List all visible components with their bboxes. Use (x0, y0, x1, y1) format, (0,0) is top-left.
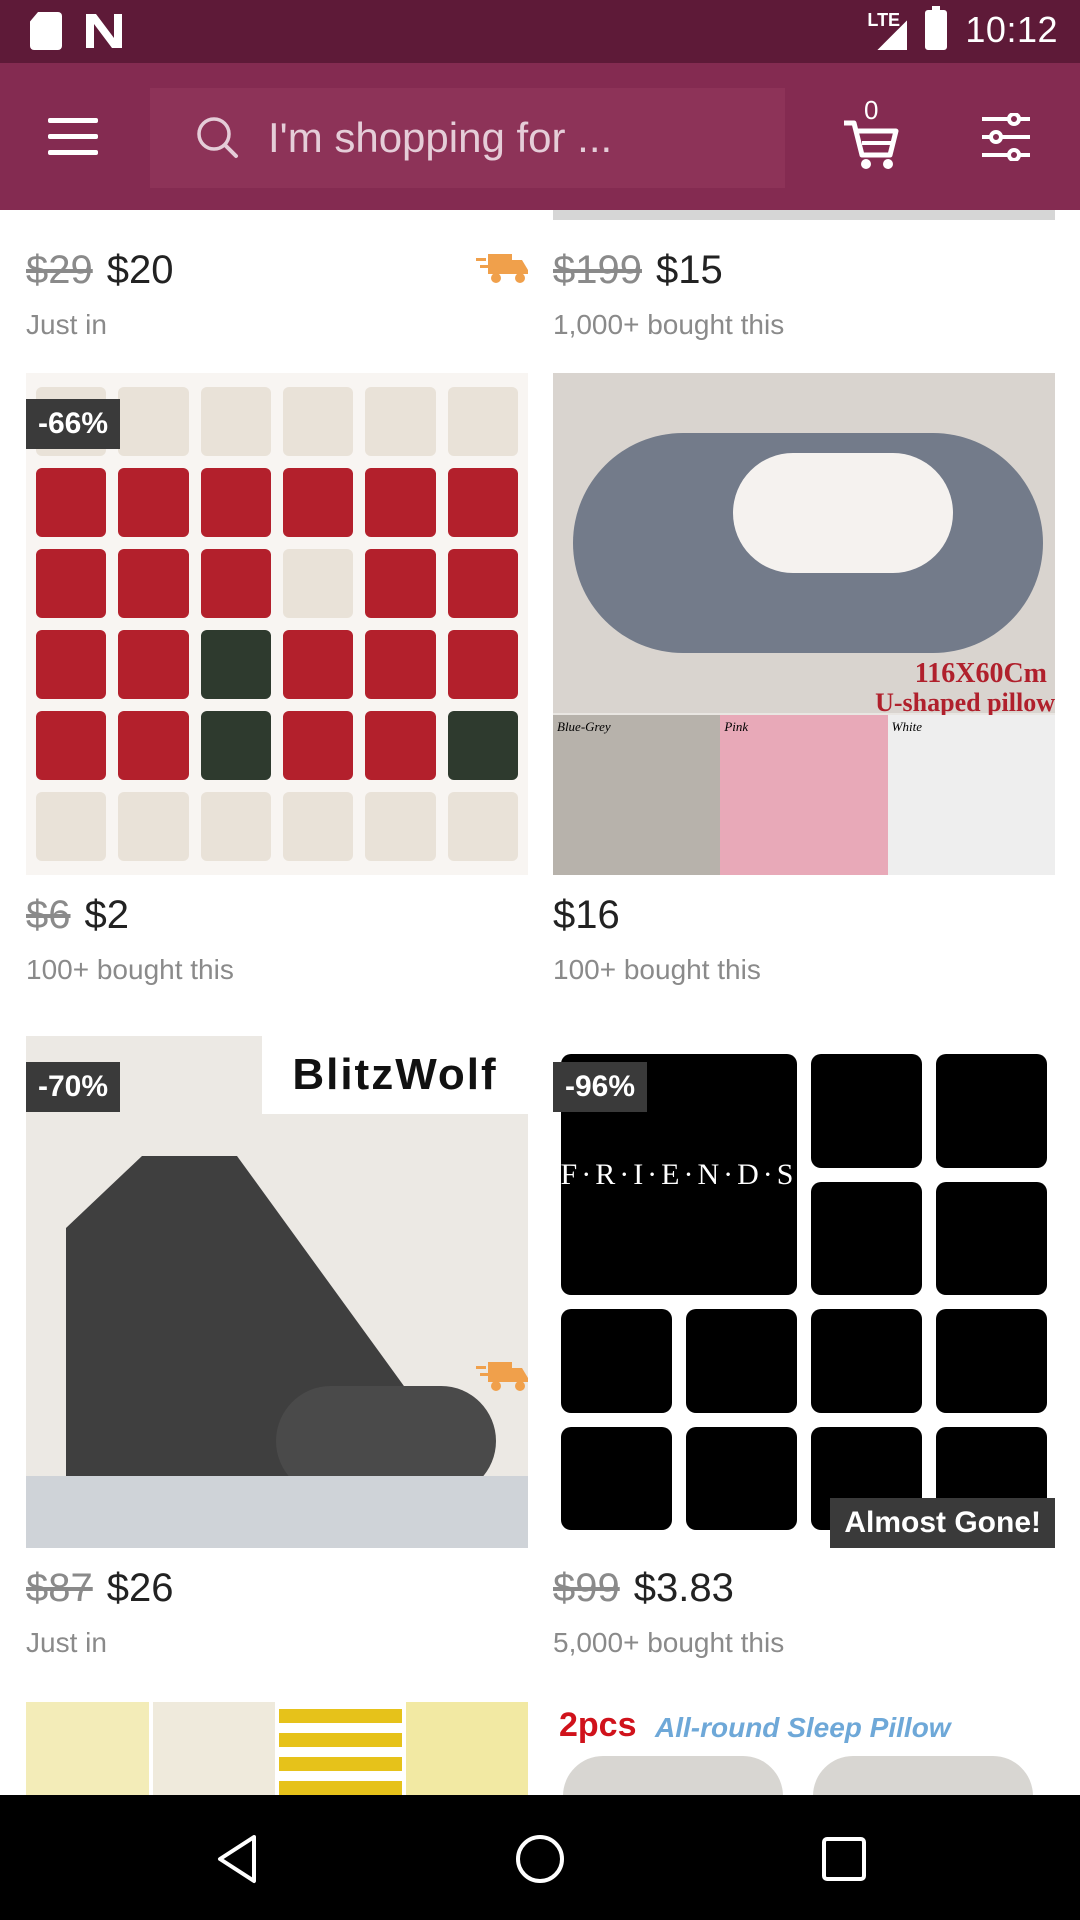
product-image: F·R·I·E·N·D·S -96% Almost Gone! (553, 1036, 1055, 1548)
product-image (26, 1702, 528, 1795)
product-meta: 100+ bought this (26, 954, 234, 985)
discount-badge: -66% (26, 399, 121, 449)
back-icon[interactable] (210, 1831, 266, 1887)
truck-icon (476, 254, 528, 283)
color-label: White (891, 719, 922, 734)
old-price: $99 (553, 1566, 620, 1610)
clock: 10:12 (965, 9, 1058, 50)
image-caption: 2pcs (559, 1706, 637, 1744)
product-card[interactable] (26, 1702, 528, 1795)
discount-badge: -96% (553, 1062, 648, 1112)
new-price: $2 (84, 893, 130, 937)
search-bar[interactable] (150, 88, 785, 188)
image-caption: All-round Sleep Pillow (655, 1712, 951, 1743)
menu-icon[interactable] (48, 118, 98, 156)
signal-icon: LTE (867, 8, 908, 52)
product-image: 2pcs All-round Sleep Pillow (553, 1702, 1055, 1795)
stock-status-badge: Almost Gone! (830, 1498, 1055, 1548)
new-price: $16 (553, 893, 620, 937)
product-meta: Just in (26, 1627, 107, 1658)
old-price: $199 (553, 248, 642, 292)
product-card[interactable]: -66% $6 $2 100+ bought this (26, 373, 528, 986)
truck-icon (476, 1362, 528, 1391)
product-card[interactable]: F·R·I·E·N·D·S -96% Almost Gone! $99 $3.8… (553, 1036, 1055, 1659)
search-input[interactable] (268, 114, 728, 162)
product-feed: $29 $20 Just in $199 $15 1,000+ bought t… (0, 210, 1080, 1795)
product-card[interactable]: 116X60Cm U-shaped pillow Blue-Grey Pink … (553, 373, 1055, 986)
image-caption: U-shaped pillow (875, 688, 1055, 717)
new-price: $20 (106, 248, 174, 292)
cart-button[interactable]: 0 (840, 95, 900, 171)
product-card[interactable]: $199 $15 1,000+ bought this (553, 210, 1055, 341)
new-price: $15 (655, 248, 723, 292)
app-bar: 0 (0, 63, 1080, 210)
system-nav-bar (0, 1795, 1080, 1920)
filter-icon[interactable] (980, 113, 1032, 161)
product-card[interactable]: 2pcs All-round Sleep Pillow (553, 1702, 1055, 1795)
search-icon (197, 117, 238, 158)
product-meta: Just in (26, 309, 107, 340)
product-image: BlitzWolf -70% (26, 1036, 528, 1548)
product-card[interactable]: $29 $20 Just in (26, 210, 528, 341)
cart-count: 0 (864, 95, 879, 125)
recent-apps-icon[interactable] (816, 1831, 872, 1887)
old-price: $29 (26, 248, 93, 292)
product-meta: 100+ bought this (553, 954, 761, 985)
brand-logo: BlitzWolf (262, 1036, 528, 1114)
battery-icon (925, 6, 948, 50)
product-image: -66% (26, 373, 528, 875)
discount-badge: -70% (26, 1062, 121, 1112)
old-price: $6 (26, 893, 71, 937)
home-icon[interactable] (512, 1831, 568, 1887)
product-meta: 1,000+ bought this (553, 309, 785, 340)
sd-card-icon (30, 12, 62, 50)
product-card[interactable]: BlitzWolf -70% $87 $26 Just in (26, 1036, 528, 1659)
new-price: $3.83 (633, 1566, 734, 1610)
status-bar: LTE 10:12 (0, 0, 1080, 63)
image-caption: 116X60Cm (914, 658, 1047, 689)
notification-n-icon (86, 14, 122, 48)
product-meta: 5,000+ bought this (553, 1627, 785, 1658)
old-price: $87 (26, 1566, 93, 1610)
product-image: 116X60Cm U-shaped pillow Blue-Grey Pink … (553, 373, 1055, 875)
new-price: $26 (106, 1566, 174, 1610)
color-label: Blue-Grey (557, 719, 611, 734)
color-label: Pink (724, 719, 749, 734)
